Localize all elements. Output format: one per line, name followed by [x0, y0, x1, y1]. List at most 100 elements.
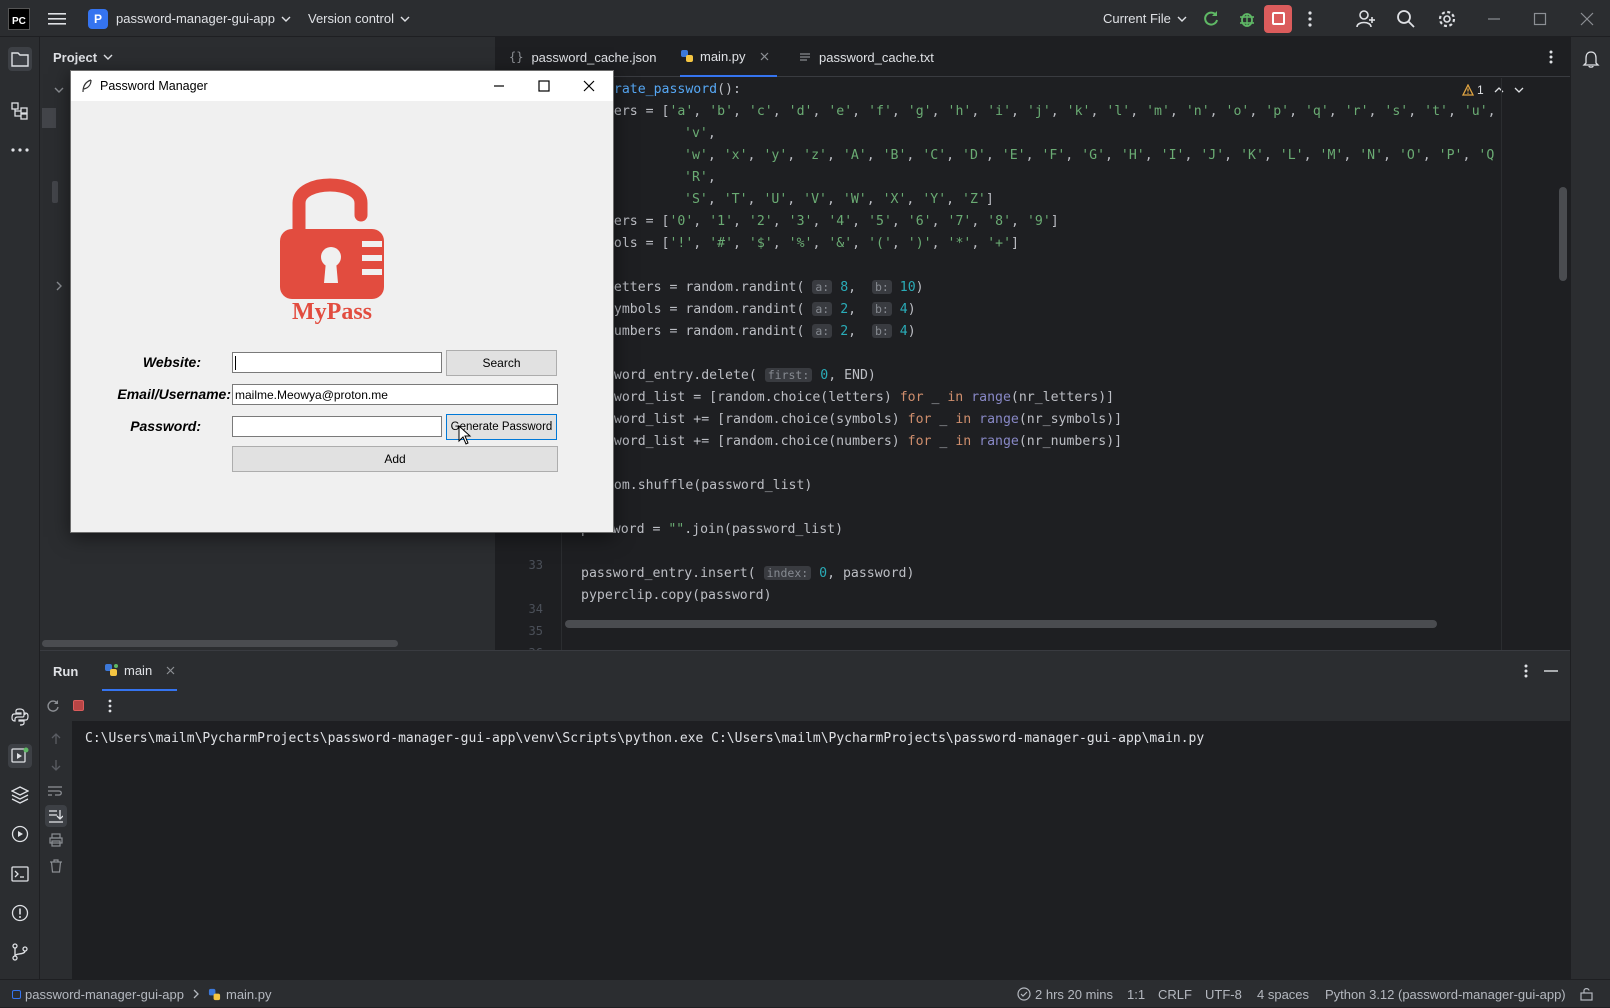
chevron-down-icon [281, 16, 291, 22]
title-bar: PC P password-manager-gui-app Version co… [0, 0, 1610, 37]
version-control-menu[interactable]: Version control [308, 0, 410, 37]
chevron-down-icon [103, 54, 113, 60]
line-separator[interactable]: CRLF [1158, 980, 1192, 1008]
add-button[interactable]: Add [232, 446, 558, 472]
run-panel-header: Run main [40, 651, 1570, 691]
settings-button[interactable] [1437, 0, 1457, 37]
project-panel-header[interactable]: Project [53, 47, 113, 67]
tree-selection-highlight [42, 108, 56, 128]
chevron-down-icon [54, 87, 64, 93]
run-panel: Run main C:\Users\mailm\PycharmProjects\… [40, 650, 1570, 980]
code-line: password_entry.insert( index: 0, passwor… [581, 566, 915, 581]
python-packages-button[interactable] [8, 783, 32, 807]
editor-area: {} password_cache.json main.py password_… [497, 37, 1570, 660]
problems-button[interactable] [8, 901, 32, 925]
code-line: ndom.shuffle(password_list) [598, 478, 813, 493]
structure-tool-button[interactable] [8, 99, 32, 123]
main-menu-button[interactable] [48, 0, 66, 37]
search-icon [1397, 9, 1415, 28]
code-line: _letters = random.randint( a: 8, b: 10) [598, 280, 924, 295]
clear-output-button[interactable] [49, 859, 63, 873]
tk-close-button[interactable] [569, 71, 609, 101]
breadcrumb-file[interactable]: main.py [226, 987, 272, 1002]
maximize-window-button[interactable] [1533, 0, 1547, 37]
tab-main-py[interactable]: main.py [680, 37, 777, 77]
tree-collapse-toggle[interactable] [54, 87, 64, 93]
search-everywhere-button[interactable] [1396, 0, 1416, 37]
close-tab-icon[interactable] [760, 52, 769, 61]
print-button[interactable] [49, 833, 63, 847]
run-output-line[interactable]: C:\Users\mailm\PycharmProjects\password-… [85, 731, 1204, 746]
indent-setting[interactable]: 4 spaces [1257, 980, 1309, 1008]
run-tool-button[interactable] [8, 744, 32, 768]
website-input[interactable] [232, 352, 442, 373]
run-more-button[interactable] [108, 699, 112, 713]
tab-password-cache-txt[interactable]: password_cache.txt [799, 37, 934, 77]
version-control-label: Version control [308, 11, 394, 26]
add-user-icon [1356, 9, 1375, 27]
minimize-icon [1544, 670, 1558, 672]
rerun-button[interactable] [1201, 0, 1221, 37]
run-tab-main[interactable]: main [102, 651, 178, 691]
password-input[interactable] [232, 416, 442, 437]
email-input[interactable]: mailme.Meowya@proton.me [232, 384, 558, 405]
app-logo[interactable]: PC [8, 0, 30, 37]
tabs-more-button[interactable] [1549, 37, 1553, 77]
code-line: 'w', 'x', 'y', 'z', 'A', 'B', 'C', 'D', … [684, 148, 1497, 163]
project-selector[interactable]: P password-manager-gui-app [88, 0, 291, 37]
project-name: password-manager-gui-app [116, 11, 275, 26]
services-button[interactable] [8, 822, 32, 846]
close-icon [583, 80, 595, 92]
close-tab-icon[interactable] [166, 666, 175, 675]
read-only-toggle[interactable] [1580, 980, 1593, 1008]
python-interpreter[interactable]: Python 3.12 (password-manager-gui-app) [1325, 980, 1566, 1008]
horizontal-scrollbar[interactable] [565, 620, 1437, 628]
file-encoding[interactable]: UTF-8 [1205, 980, 1242, 1008]
project-tool-button[interactable] [8, 47, 32, 71]
trash-icon [50, 859, 62, 873]
tab-label: password_cache.txt [819, 49, 934, 65]
debug-button[interactable] [1237, 0, 1257, 37]
mypass-logo: MyPass [277, 171, 387, 331]
more-tools-button[interactable] [8, 138, 32, 162]
unlock-icon [1580, 988, 1593, 1001]
tk-minimize-button[interactable] [479, 71, 519, 101]
rerun-button[interactable] [46, 699, 60, 713]
scroll-to-end-button[interactable] [45, 805, 67, 827]
more-actions-button[interactable] [1308, 0, 1312, 37]
caret-position[interactable]: 1:1 [1127, 980, 1145, 1008]
time-text: 2 hrs 20 mins [1035, 986, 1114, 1002]
scroll-to-end-icon [49, 810, 63, 823]
hide-panel-button[interactable] [1544, 670, 1558, 672]
notifications-button[interactable] [1579, 47, 1603, 71]
terminal-icon [11, 866, 29, 882]
gear-icon [1438, 10, 1456, 27]
chevron-down-icon [400, 16, 410, 22]
code-with-me-button[interactable] [1356, 0, 1376, 37]
stop-button[interactable] [1264, 0, 1292, 37]
tk-maximize-button[interactable] [524, 71, 564, 101]
code-view[interactable]: nerate_password(): tters = ['a', 'b', 'c… [497, 78, 1497, 650]
scroll-down-button[interactable] [50, 759, 62, 771]
breadcrumb-project[interactable]: password-manager-gui-app [25, 987, 184, 1002]
minimize-window-button[interactable] [1487, 0, 1501, 37]
scroll-up-button[interactable] [50, 733, 62, 745]
json-file-icon: {} [509, 50, 524, 64]
horizontal-scrollbar[interactable] [42, 640, 398, 647]
tk-title-bar: Password Manager [71, 71, 613, 101]
python-console-button[interactable] [8, 705, 32, 729]
soft-wrap-button[interactable] [48, 785, 62, 797]
tree-expand-toggle[interactable] [56, 281, 62, 291]
folder-icon [11, 52, 29, 67]
close-window-button[interactable] [1580, 0, 1594, 37]
time-tracker[interactable]: 2 hrs 20 mins [1017, 980, 1113, 1008]
stop-icon[interactable] [73, 700, 84, 711]
search-button[interactable]: Search [446, 350, 557, 376]
terminal-button[interactable] [8, 862, 32, 886]
vertical-scrollbar[interactable] [1559, 187, 1567, 281]
version-control-tool-button[interactable] [8, 940, 32, 964]
run-panel-options-button[interactable] [1524, 664, 1528, 678]
run-config-selector[interactable]: Current File [1103, 0, 1187, 37]
more-vertical-icon [1308, 10, 1312, 27]
chevron-down-icon[interactable] [1514, 87, 1524, 93]
